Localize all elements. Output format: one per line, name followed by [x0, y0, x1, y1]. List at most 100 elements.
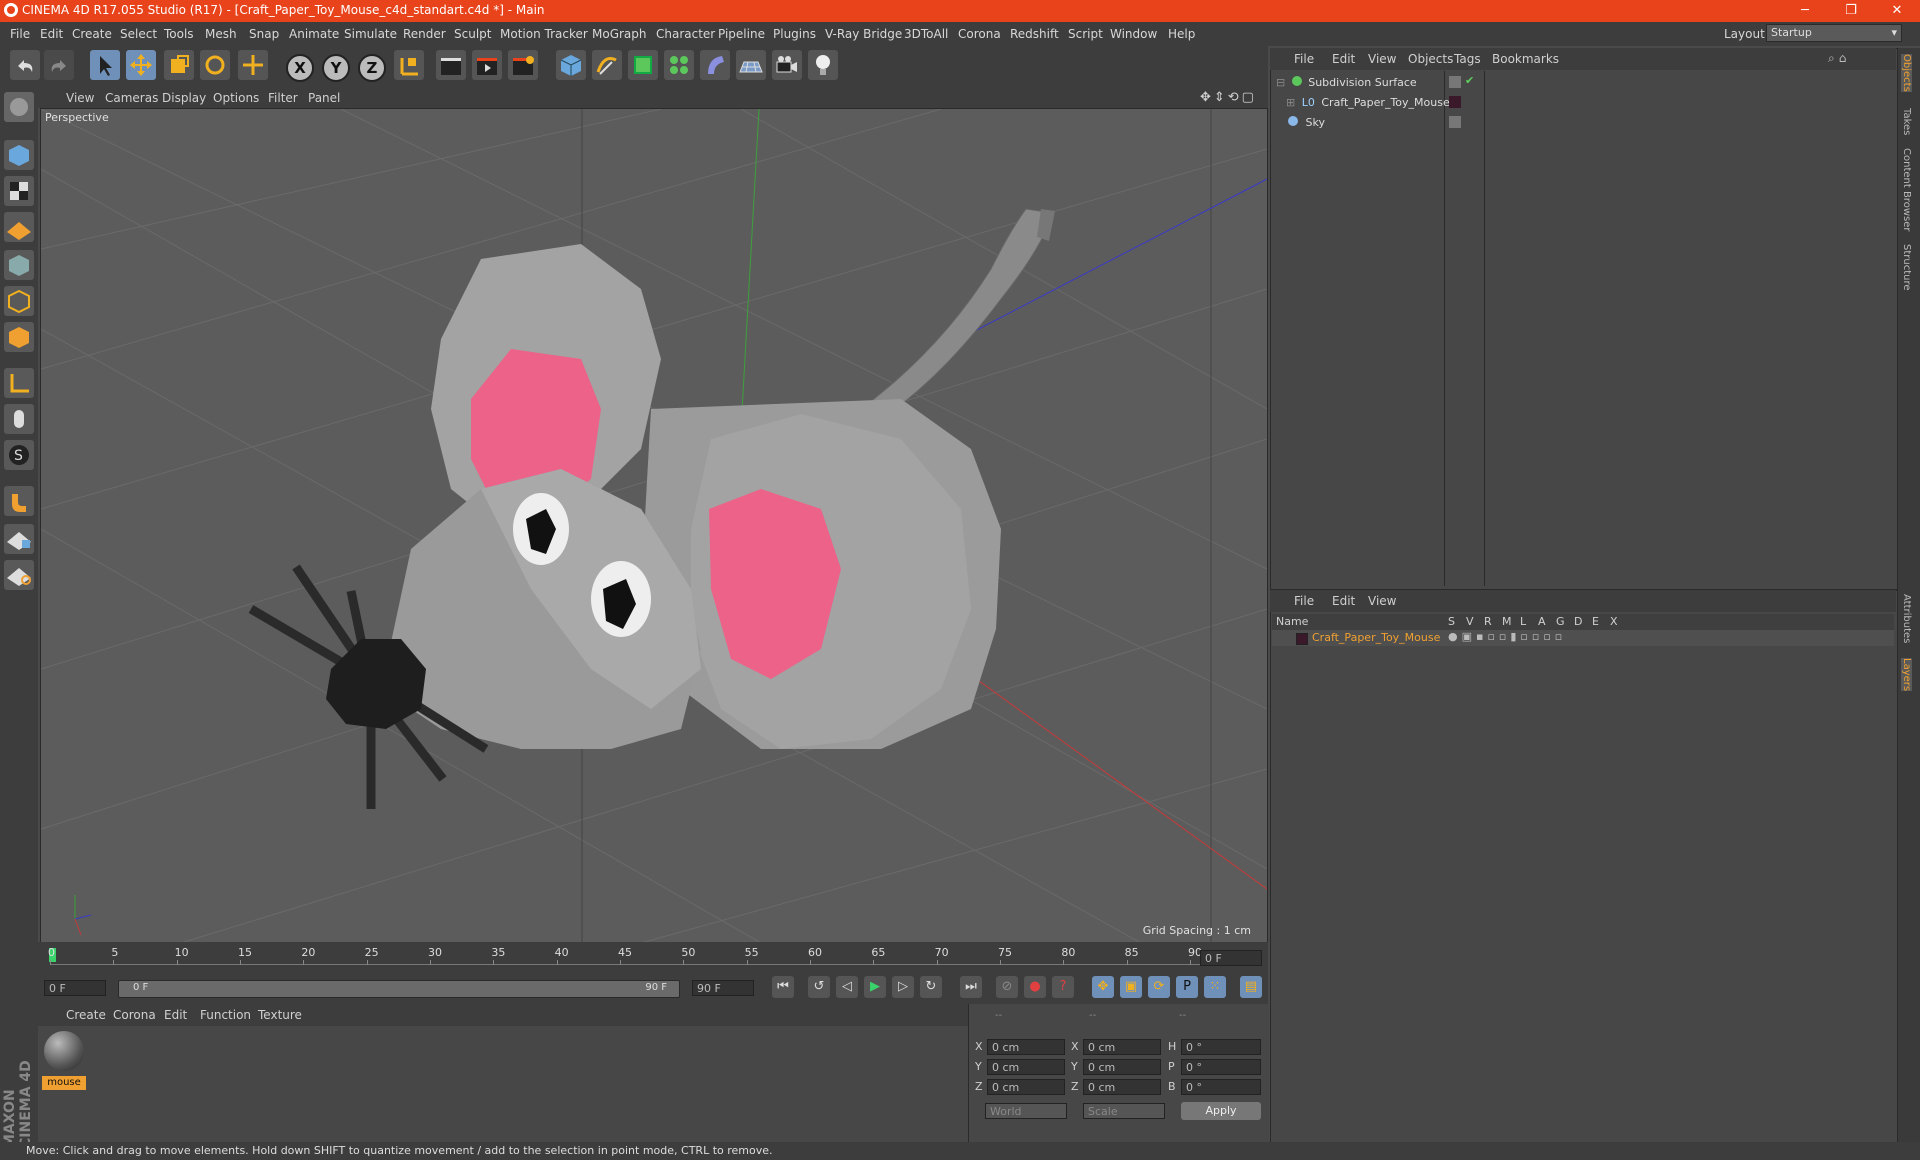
workplane-mode-button[interactable]: [4, 212, 34, 242]
layer-menu-file[interactable]: File: [1294, 594, 1314, 608]
key-scale-button[interactable]: ▣: [1120, 976, 1142, 998]
object-row-craft-paper-toy-mouse[interactable]: ⊞ L0 Craft_Paper_Toy_Mouse: [1286, 96, 1450, 109]
viewport-menu-filter[interactable]: Filter: [268, 91, 298, 105]
timeline-ruler[interactable]: 0 5 10 15 20 25 30 35 40 45 50 55 60 65 70 75 80 85 90 0 F: [38, 942, 1268, 970]
rotate-tool-button[interactable]: [200, 50, 230, 80]
key-pla-button[interactable]: ⁙: [1204, 976, 1226, 998]
rotation-b-field[interactable]: 0 °: [1181, 1079, 1261, 1095]
add-generator-button[interactable]: [628, 50, 658, 80]
enabled-check-icon[interactable]: ✔: [1465, 74, 1474, 87]
record-keys-button[interactable]: ⊘: [996, 976, 1018, 998]
menu-snap[interactable]: Snap: [249, 27, 279, 41]
object-menu-objects[interactable]: Objects: [1408, 52, 1453, 66]
minimize-button[interactable]: ─: [1782, 0, 1828, 22]
tab-content-browser[interactable]: Content Browser: [1901, 148, 1912, 231]
previous-key-button[interactable]: ↺: [808, 976, 830, 998]
model-mode-button[interactable]: [4, 140, 34, 170]
rotation-h-field[interactable]: 0 °: [1181, 1039, 1261, 1055]
tweak-mode-button[interactable]: [4, 404, 34, 434]
add-mograph-button[interactable]: [664, 50, 694, 80]
object-menu-edit[interactable]: Edit: [1332, 52, 1355, 66]
z-axis-lock-button[interactable]: Z: [358, 54, 386, 82]
viewport-menu-display[interactable]: Display: [162, 91, 206, 105]
mouse-layer-tag[interactable]: [1449, 96, 1461, 108]
layer-col-m[interactable]: M: [1502, 615, 1512, 628]
material-swatch-mouse[interactable]: mouse: [42, 1030, 86, 1090]
add-camera-button[interactable]: [772, 50, 802, 80]
render-view-button[interactable]: [436, 50, 466, 80]
current-frame-field[interactable]: 0 F: [1200, 950, 1262, 966]
menu-mograph[interactable]: MoGraph: [592, 27, 647, 41]
coordinate-system-button[interactable]: [394, 50, 424, 80]
coordinate-space-select[interactable]: World: [985, 1103, 1067, 1119]
polygons-mode-button[interactable]: [4, 322, 34, 352]
size-mode-select[interactable]: Scale: [1083, 1103, 1165, 1119]
tab-objects[interactable]: Objects: [1901, 54, 1912, 92]
menu-tools[interactable]: Tools: [164, 27, 194, 41]
end-frame-field[interactable]: 90 F: [692, 980, 754, 996]
layer-row-craft-paper-toy-mouse[interactable]: Craft_Paper_Toy_Mouse ●▣▪▫▫▮▫▫▫▫: [1272, 630, 1894, 646]
tab-structure[interactable]: Structure: [1901, 244, 1912, 291]
object-row-subdivision-surface[interactable]: ⊟ Subdivision Surface: [1276, 76, 1417, 89]
go-to-start-button[interactable]: ⏮: [772, 976, 794, 998]
layer-menu-view[interactable]: View: [1368, 594, 1396, 608]
add-cube-button[interactable]: [556, 50, 586, 80]
layer-toggle-icons[interactable]: ●▣▪▫▫▮▫▫▫▫: [1448, 630, 1566, 643]
layer-col-s[interactable]: S: [1448, 615, 1455, 628]
play-button[interactable]: ▶: [864, 976, 886, 998]
start-frame-field[interactable]: 0 F: [44, 980, 106, 996]
viewport-menu-panel[interactable]: Panel: [308, 91, 340, 105]
go-to-end-button[interactable]: ⏭: [960, 976, 982, 998]
next-frame-button[interactable]: ▷: [892, 976, 914, 998]
menu-plugins[interactable]: Plugins: [773, 27, 816, 41]
menu-motion-tracker[interactable]: Motion Tracker: [500, 27, 588, 41]
object-row-sky[interactable]: Sky: [1284, 116, 1325, 129]
layer-color-swatch[interactable]: [1296, 633, 1308, 645]
layer-col-r[interactable]: R: [1484, 615, 1492, 628]
object-manager-search-icon[interactable]: ⌕⌂: [1828, 51, 1850, 66]
position-z-field[interactable]: 0 cm: [987, 1079, 1065, 1095]
menu-character[interactable]: Character: [656, 27, 715, 41]
key-parameter-button[interactable]: P: [1176, 976, 1198, 998]
object-menu-file[interactable]: File: [1294, 52, 1314, 66]
render-picture-viewer-button[interactable]: [472, 50, 502, 80]
menu-sculpt[interactable]: Sculpt: [454, 27, 491, 41]
y-axis-lock-button[interactable]: Y: [322, 54, 350, 82]
render-settings-button[interactable]: [508, 50, 538, 80]
menu-select[interactable]: Select: [120, 27, 157, 41]
move-tool-button[interactable]: [126, 50, 156, 80]
position-y-field[interactable]: 0 cm: [987, 1059, 1065, 1075]
sky-layer-tag[interactable]: [1449, 116, 1461, 128]
magnet-button[interactable]: [4, 486, 34, 516]
restore-button[interactable]: ❐: [1828, 0, 1874, 22]
grid-lock-button[interactable]: [4, 524, 34, 554]
layer-col-e[interactable]: E: [1592, 615, 1599, 628]
add-light-button[interactable]: [808, 50, 838, 80]
live-selection-button[interactable]: [90, 50, 120, 80]
menu-pipeline[interactable]: Pipeline: [718, 27, 765, 41]
layer-col-l[interactable]: L: [1520, 615, 1526, 628]
key-rotation-button[interactable]: ⟳: [1148, 976, 1170, 998]
perspective-viewport[interactable]: Perspective Grid Spacing : 1 cm: [40, 108, 1268, 944]
add-spline-button[interactable]: [592, 50, 622, 80]
layer-col-v[interactable]: V: [1466, 615, 1474, 628]
edges-mode-button[interactable]: [4, 286, 34, 316]
layout-select[interactable]: Startup ▾: [1766, 24, 1902, 42]
material-menu-function[interactable]: Function: [200, 1008, 251, 1022]
tab-takes[interactable]: Takes: [1901, 108, 1912, 135]
undo-button[interactable]: [10, 50, 40, 80]
tab-attributes[interactable]: Attributes: [1901, 594, 1912, 643]
viewport-menu-options[interactable]: Options: [213, 91, 259, 105]
menu-edit[interactable]: Edit: [40, 27, 63, 41]
size-y-field[interactable]: 0 cm: [1083, 1059, 1161, 1075]
keyframe-selection-button[interactable]: ?: [1052, 976, 1074, 998]
viewport-menu-view[interactable]: View: [66, 91, 94, 105]
timeline-window-button[interactable]: ▤: [1240, 976, 1262, 998]
menu-vray-bridge[interactable]: V-Ray Bridge: [825, 27, 902, 41]
size-z-field[interactable]: 0 cm: [1083, 1079, 1161, 1095]
add-floor-button[interactable]: [736, 50, 766, 80]
snap-button[interactable]: S: [4, 440, 34, 470]
menu-corona[interactable]: Corona: [958, 27, 1001, 41]
next-key-button[interactable]: ↻: [920, 976, 942, 998]
menu-file[interactable]: File: [10, 27, 30, 41]
